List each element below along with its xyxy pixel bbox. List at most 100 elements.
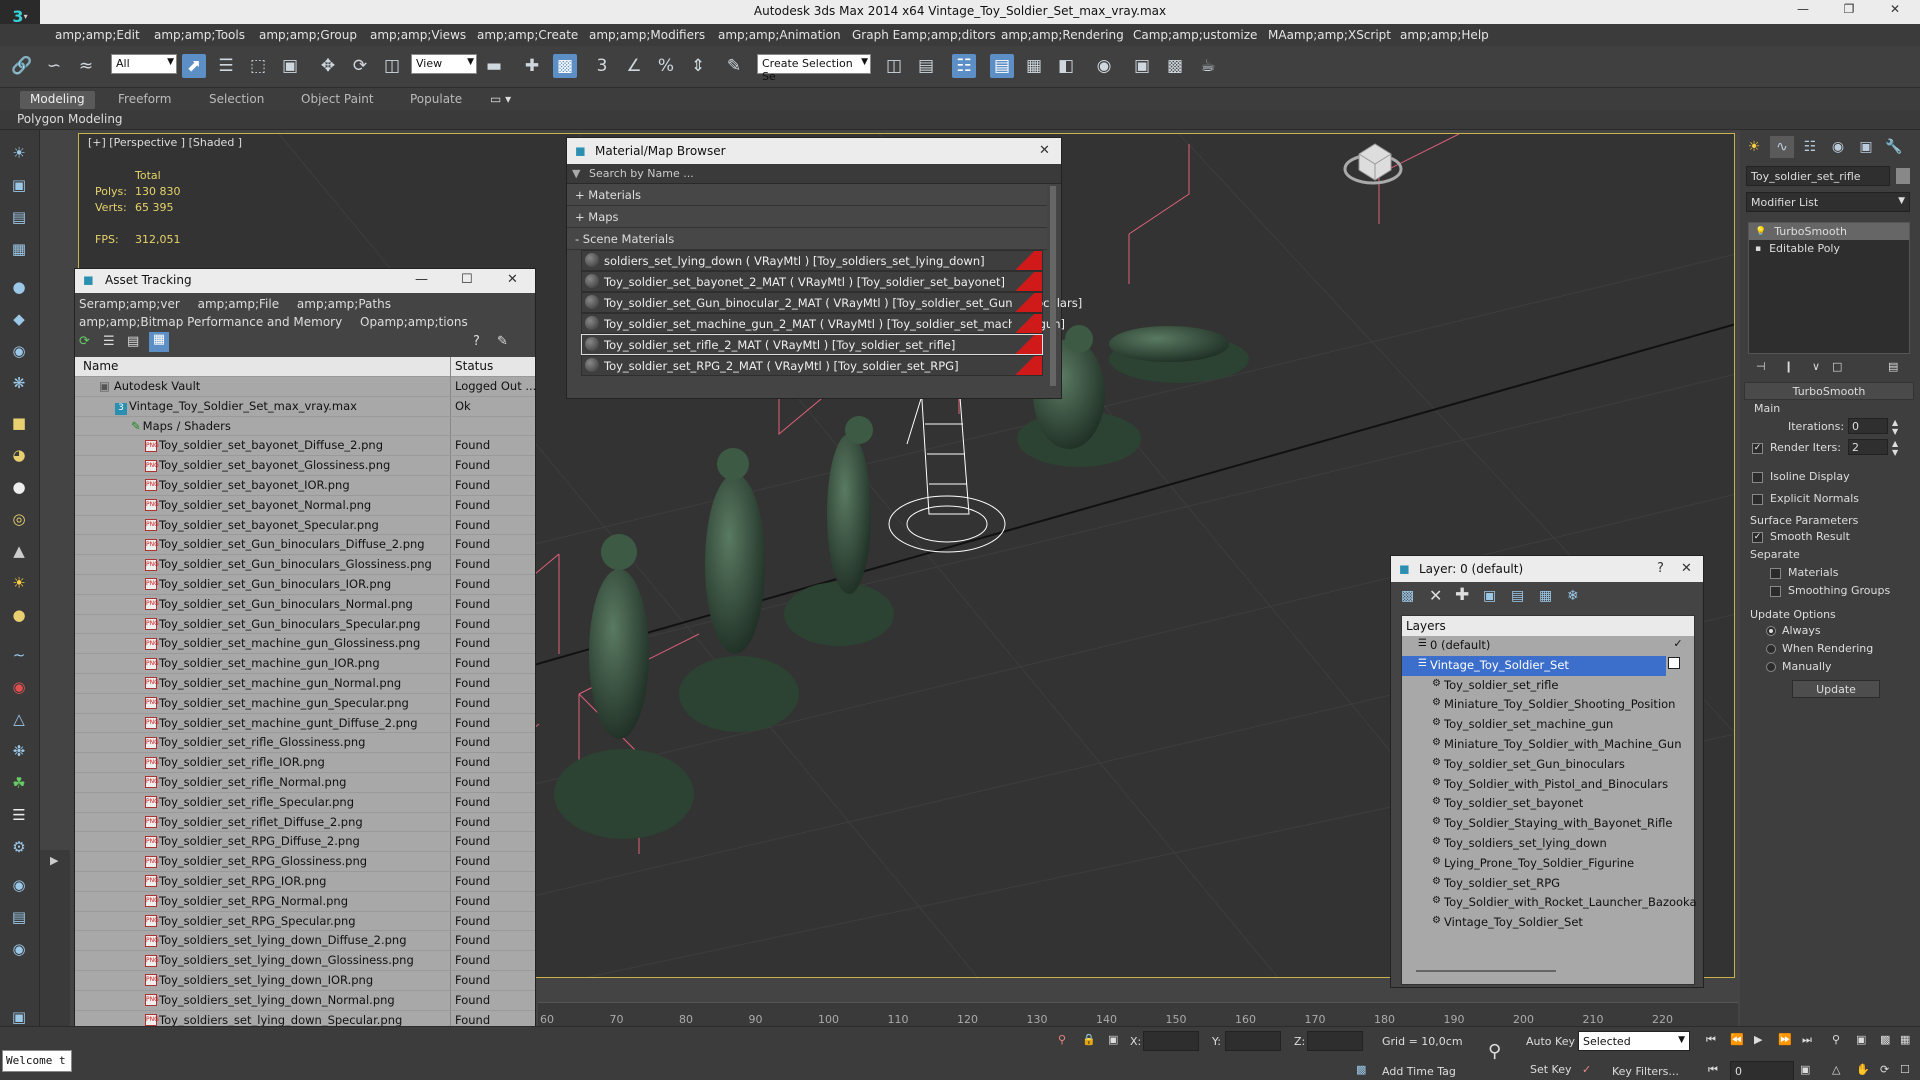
menu-maxscript[interactable]: MAamp;amp;XScript [1268, 28, 1391, 42]
maximize-icon[interactable]: ☐ [461, 272, 473, 287]
table-row[interactable]: PNGToy_soldiers_set_lying_down_IOR.png Fo… [75, 970, 535, 991]
table-row[interactable]: PNGToy_soldiers_set_lying_down_Glossines… [75, 951, 535, 971]
horizontal-scrollbar[interactable] [1416, 970, 1556, 972]
material-search-input[interactable]: ▼ Search by Name ... [567, 164, 1061, 184]
layers-header[interactable]: Layers [1402, 616, 1694, 636]
mirror-icon[interactable]: ◫ [882, 54, 906, 78]
menu-options[interactable]: Opamp;amp;tions [360, 315, 468, 329]
add-time-tag-button[interactable]: Add Time Tag [1382, 1065, 1456, 1078]
render-production-icon[interactable]: ☕ [1196, 54, 1220, 78]
detail-view-icon[interactable]: ▤ [127, 334, 139, 349]
system-icon[interactable]: ◉ [7, 676, 31, 698]
zoom-icon[interactable]: ⚲ [1832, 1033, 1840, 1046]
render-iters-spinner-icon[interactable]: ▲ ▼ [1892, 439, 1898, 457]
scene-explorer-icon[interactable]: ▤ [7, 906, 31, 928]
settings-icon[interactable]: ⚙ [7, 836, 31, 858]
bind-space-warp-icon[interactable]: ≈ [74, 54, 98, 78]
delete-layer-icon[interactable]: ✕ [1429, 586, 1442, 605]
box-icon[interactable]: ■ [7, 412, 31, 434]
table-row[interactable]: PNGToy_soldier_set_rifle_IOR.png Found [75, 753, 535, 773]
compound-icon[interactable]: △ [7, 708, 31, 730]
layer-item[interactable]: ☰ Vintage_Toy_Soldier_Set [1402, 655, 1680, 676]
isoline-display-checkbox[interactable] [1752, 472, 1763, 483]
edit-named-selection-icon[interactable]: ✎ [722, 54, 746, 78]
material-item[interactable]: Toy_soldier_set_RPG_2_MAT ( VRayMtl ) [T… [581, 355, 1043, 376]
menu-customize[interactable]: Camp;amp;ustomize [1133, 28, 1257, 42]
hair-icon[interactable]: ☰ [7, 804, 31, 826]
display-tab-icon[interactable]: ▣ [1854, 136, 1878, 158]
layer-item[interactable]: ⚙ Toy_soldier_set_RPG [1402, 874, 1694, 894]
iterations-input[interactable]: 0 [1848, 418, 1888, 434]
table-view-icon[interactable]: ▦ [149, 332, 169, 352]
menu-file[interactable]: amp;amp;File [198, 297, 280, 311]
column-status[interactable]: Status [455, 359, 493, 373]
go-to-end-icon[interactable]: ⏭ [1802, 1033, 1812, 1047]
window-crossing-icon[interactable]: ▣ [278, 54, 302, 78]
viewport-icon[interactable]: ▣ [7, 174, 31, 196]
table-row[interactable]: ✎ Maps / Shaders [75, 416, 535, 437]
layer-item[interactable]: ⚙ Toy_Soldier_with_Rocket_Launcher_Bazook… [1402, 893, 1697, 913]
space-warp-icon[interactable]: ❉ [7, 740, 31, 762]
move-icon[interactable]: ✥ [316, 54, 340, 78]
table-row[interactable]: PNGToy_soldier_set_rifle_Normal.png Found [75, 772, 535, 793]
light-bulb-icon[interactable]: 💡 [1755, 227, 1766, 237]
table-row[interactable]: PNGToy_soldier_set_machine_gunt_Diffuse_… [75, 713, 535, 734]
table-row[interactable]: 3 Vintage_Toy_Soldier_Set_max_vray.max Ok [75, 396, 535, 417]
update-always-radio[interactable] [1766, 626, 1776, 636]
align-icon[interactable]: ▤ [914, 54, 938, 78]
timeline-ruler[interactable]: 60 70 80 90 100 110 120 130 140 150 160 170 180 190 20… [538, 1002, 1738, 1026]
time-configuration-icon[interactable]: ▣ [1800, 1063, 1810, 1076]
table-row[interactable]: PNGToy_soldier_set_rifle_Specular.png Fou… [75, 792, 535, 813]
minimize-icon[interactable]: — [415, 272, 428, 287]
keyboard-shortcut-override-icon[interactable]: ▩ [553, 54, 577, 78]
light-icon[interactable]: ● [7, 276, 31, 298]
update-when-rendering-radio[interactable] [1766, 644, 1776, 654]
render-iters-checkbox[interactable]: ✓ [1752, 443, 1763, 454]
menu-create[interactable]: amp;amp;Create [477, 28, 578, 42]
layer-item[interactable]: ☰ 0 (default) ✓ [1402, 636, 1694, 656]
table-row[interactable]: ▣ Autodesk Vault Logged Out ... [75, 377, 536, 397]
render-icon[interactable]: ◉ [7, 874, 31, 896]
add-to-layer-icon[interactable]: ✚ [1455, 585, 1469, 605]
menu-help[interactable]: amp;amp;Help [1400, 28, 1489, 42]
grid-icon[interactable]: ▦ [7, 238, 31, 260]
table-row[interactable]: PNGToy_soldier_set_riflet_Diffuse_2.png F… [75, 812, 535, 833]
section-materials[interactable]: + Materials [567, 184, 1047, 206]
table-row[interactable]: PNGToy_soldier_set_bayonet_Specular.png F… [75, 515, 535, 536]
help-icon[interactable]: ? [473, 334, 480, 349]
rotate-icon[interactable]: ⟳ [348, 54, 372, 78]
current-frame-input[interactable]: 0 [1730, 1061, 1794, 1080]
render-iters-input[interactable]: 2 [1848, 439, 1888, 455]
ribbon-toggle-icon[interactable]: ▤ [990, 54, 1014, 78]
key-filters-button[interactable]: Key Filters... [1612, 1065, 1679, 1078]
layer-item[interactable]: ⚙ Toy_soldier_set_machine_gun [1402, 715, 1694, 735]
tab-object-paint[interactable]: Object Paint [291, 91, 384, 109]
spline-icon[interactable]: ∼ [7, 644, 31, 666]
layer-manager-icon[interactable]: ☷ [952, 54, 976, 78]
ribbon-options-icon[interactable]: ▭ ▾ [480, 91, 521, 109]
table-row[interactable]: PNGToy_soldier_set_Gun_binoculars_Normal… [75, 594, 535, 615]
layer-item[interactable]: ⚙ Toy_Soldier_with_Pistol_and_Binoculars [1402, 775, 1694, 795]
freeze-all-icon[interactable]: ❄ [1567, 588, 1579, 604]
layer-item[interactable]: ⚙ Miniature_Toy_Soldier_with_Machine_Gun [1402, 735, 1694, 755]
close-icon[interactable]: ✕ [1681, 561, 1692, 576]
material-item[interactable]: soldiers_set_lying_down ( VRayMtl ) [Toy… [581, 250, 1043, 271]
help-icon[interactable]: ? [1657, 561, 1664, 576]
close-icon[interactable]: ✕ [1039, 143, 1050, 158]
turbosmooth-rollout-header[interactable]: TurboSmooth [1744, 382, 1914, 400]
table-row[interactable]: PNGToy_soldier_set_bayonet_IOR.png Found [75, 475, 535, 496]
next-frame-icon[interactable]: ⏩ [1778, 1033, 1792, 1046]
key-icon[interactable]: ⚲ [1488, 1041, 1501, 1062]
create-layer-icon[interactable]: ▩ [1401, 588, 1414, 604]
z-coordinate-input[interactable] [1307, 1031, 1363, 1051]
tab-freeform[interactable]: Freeform [108, 91, 181, 109]
menu-graph-editors[interactable]: Graph Eamp;amp;ditors [852, 28, 996, 42]
close-icon[interactable]: ✕ [1878, 2, 1912, 16]
menu-server[interactable]: Seramp;amp;ver [79, 297, 180, 311]
close-icon[interactable]: ✕ [507, 272, 518, 287]
table-row[interactable]: PNGToy_soldier_set_machine_gun_IOR.png Fo… [75, 654, 535, 674]
material-item[interactable]: Toy_soldier_set_rifle_2_MAT ( VRayMtl ) … [581, 334, 1043, 355]
particles-icon[interactable]: ❋ [7, 372, 31, 394]
material-item[interactable]: Toy_soldier_set_Gun_binocular_2_MAT ( VR… [581, 292, 1082, 313]
motion-tab-icon[interactable]: ◉ [1826, 136, 1850, 158]
